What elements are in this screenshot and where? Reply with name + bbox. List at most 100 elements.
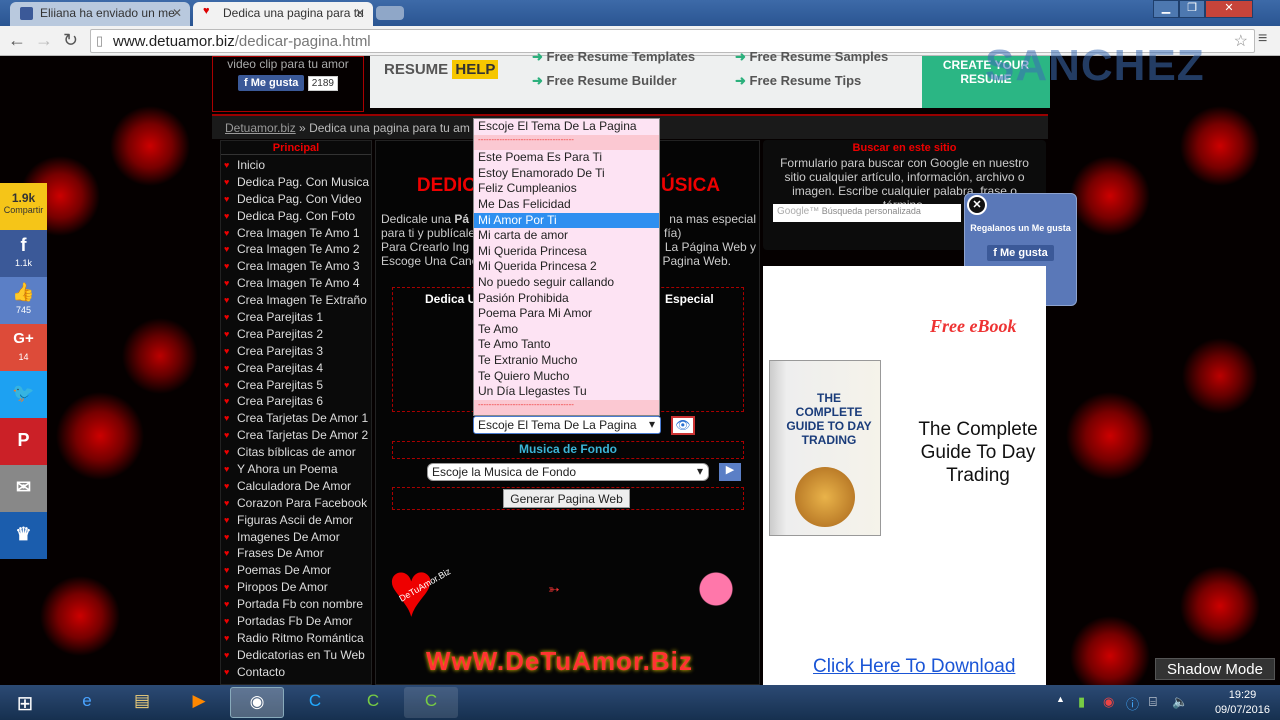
sidebar-item[interactable]: Poemas De Amor [221,563,371,580]
show-hidden-icons[interactable]: ▲ [1056,694,1065,704]
email-share-button[interactable]: ✉ [0,465,47,512]
dropdown-option[interactable]: Te Quiero Mucho [474,369,659,385]
fb-like-button[interactable]: f Me gusta [237,75,305,91]
gplus-share-button[interactable]: G+ 14 [0,324,47,371]
dropdown-separator[interactable]: ------------------------------------ [474,399,659,416]
dropdown-option[interactable]: No puedo seguir callando [474,275,659,291]
search-input[interactable]: Google™ Búsqueda personalizada [773,204,961,222]
sidebar-item[interactable]: Piropos De Amor [221,580,371,597]
dropdown-option[interactable]: Este Poema Es Para Ti [474,150,659,166]
dropdown-option[interactable]: Estoy Enamorado De Ti [474,166,659,182]
sidebar-item[interactable]: Calculadora De Amor [221,479,371,496]
more-share-button[interactable]: ♛ [0,512,47,559]
close-tab-icon[interactable]: ✕ [355,6,365,20]
music-select[interactable]: Escoje la Musica de Fondo [427,463,709,481]
menu-icon[interactable]: ≡ [1258,30,1267,48]
chrome-icon[interactable]: ◉ [230,687,284,718]
ccleaner-icon[interactable]: C [288,687,342,718]
sidebar-item[interactable]: Crea Parejitas 2 [221,327,371,344]
sidebar-item[interactable]: Crea Parejitas 3 [221,344,371,361]
ad-link[interactable]: Free Resume Samples [735,49,889,65]
generate-button[interactable]: Generar Pagina Web [503,489,630,508]
ebook-ad[interactable]: Free eBook THE COMPLETE GUIDE TO DAY TRA… [763,266,1046,686]
bookmark-star-icon[interactable]: ☆ [1234,31,1248,51]
sidebar-item[interactable]: Figuras Ascii de Amor [221,513,371,530]
dropdown-option[interactable]: Mi carta de amor [474,228,659,244]
sidebar-item[interactable]: Corazon Para Facebook [221,496,371,513]
app-tray-icon[interactable]: ◉ [1103,694,1114,710]
sidebar-item[interactable]: Radio Ritmo Romántica [221,631,371,648]
sidebar-item[interactable]: Dedicatorias en Tu Web [221,648,371,665]
sidebar-item[interactable]: Portada Fb con nombre [221,597,371,614]
tab-detuamor[interactable]: ♥ Dedica una pagina para tu ✕ [193,2,373,26]
twitter-share-button[interactable]: 🐦 [0,371,47,418]
new-tab-button[interactable] [376,6,404,20]
dropdown-option[interactable]: Te Amo [474,322,659,338]
dropdown-option[interactable]: Te Extranio Mucho [474,353,659,369]
dropdown-option[interactable]: Mi Querida Princesa 2 [474,259,659,275]
download-link[interactable]: Click Here To Download [813,656,1015,678]
theme-select[interactable]: Escoje El Tema De La Pagina [473,416,661,434]
sidebar-item[interactable]: Crea Tarjetas De Amor 1 [221,411,371,428]
dropdown-separator[interactable]: ------------------------------------ [474,134,659,151]
dropdown-option[interactable]: Mi Amor Por Ti [474,212,659,229]
forward-icon[interactable]: → [35,30,53,51]
info-icon[interactable]: ⓘ [1126,694,1139,713]
dropdown-option[interactable]: Escoje El Tema De La Pagina [474,119,659,135]
ad-link[interactable]: Free Resume Templates [532,49,696,65]
ie-icon[interactable]: e [60,687,114,718]
sidebar-item[interactable]: Crea Parejitas 6 [221,394,371,411]
theme-dropdown-list[interactable]: Escoje El Tema De La Pagina -------------… [473,118,660,416]
minimize-button[interactable]: ▁ [1153,0,1179,18]
battery-icon[interactable]: ▮ [1078,694,1085,710]
sidebar-item[interactable]: Crea Imagen Te Amo 1 [221,226,371,243]
dropdown-option[interactable]: Te Amo Tanto [474,337,659,353]
reload-icon[interactable]: ↻ [63,30,78,51]
play-button[interactable]: ▶ [719,463,741,481]
sidebar-item[interactable]: Crea Imagen Te Extraño [221,293,371,310]
camtasia-recorder-icon[interactable]: C [404,687,458,718]
resume-ad-banner[interactable]: RESUME HELP Free Resume Templates Free R… [370,49,1050,108]
clock[interactable]: 19:29 09/07/2016 [1215,688,1270,718]
sidebar-item[interactable]: Dedica Pag. Con Foto [221,209,371,226]
sidebar-item[interactable]: Crea Imagen Te Amo 3 [221,259,371,276]
sidebar-item[interactable]: Contacto [221,665,371,682]
network-icon[interactable]: ⌸ [1149,694,1157,710]
sidebar-item[interactable]: Inicio [221,158,371,175]
sidebar-item[interactable]: Portadas Fb De Amor [221,614,371,631]
sidebar-item[interactable]: Crea Imagen Te Amo 2 [221,242,371,259]
sidebar-item[interactable]: Dedica Pag. Con Video [221,192,371,209]
breadcrumb-home-link[interactable]: Detuamor.biz [225,121,296,135]
sidebar-item[interactable]: Imagenes De Amor [221,530,371,547]
sidebar-item[interactable]: Dedica Pag. Con Musica [221,175,371,192]
sidebar-item[interactable]: Y Ahora un Poema [221,462,371,479]
dropdown-option[interactable]: Feliz Cumpleanios [474,181,659,197]
dropdown-option[interactable]: Mi Querida Princesa [474,244,659,260]
ad-link[interactable]: Free Resume Builder [532,73,677,89]
like-share-button[interactable]: 👍 745 [0,277,47,324]
facebook-share-button[interactable]: f 1.1k [0,230,47,277]
close-popup-icon[interactable]: ✕ [967,195,987,215]
dropdown-option[interactable]: Me Das Felicidad [474,197,659,213]
sidebar-item[interactable]: Crea Parejitas 4 [221,361,371,378]
ad-link[interactable]: Free Resume Tips [735,73,862,89]
pinterest-share-button[interactable]: P [0,418,47,465]
close-window-button[interactable]: ✕ [1205,0,1253,18]
sidebar-item[interactable]: Frases De Amor [221,546,371,563]
volume-icon[interactable]: 🔈 [1172,694,1188,710]
popup-like-button[interactable]: f Me gusta [987,245,1054,261]
explorer-icon[interactable]: ▤ [115,687,169,718]
back-icon[interactable]: ← [8,30,26,51]
tab-facebook[interactable]: Eliiana ha enviado un me ✕ [10,2,190,26]
dropdown-option[interactable]: Pasión Prohibida [474,291,659,307]
maximize-button[interactable]: ❐ [1179,0,1205,18]
sidebar-item[interactable]: Crea Tarjetas De Amor 2 [221,428,371,445]
close-tab-icon[interactable]: ✕ [172,6,182,20]
camtasia-icon[interactable]: C [346,687,400,718]
media-player-icon[interactable]: ▶ [172,687,226,718]
sidebar-item[interactable]: Crea Parejitas 1 [221,310,371,327]
sidebar-item[interactable]: Citas bíblicas de amor [221,445,371,462]
sidebar-item[interactable]: Crea Imagen Te Amo 4 [221,276,371,293]
dropdown-option[interactable]: Poema Para Mi Amor [474,306,659,322]
start-button[interactable]: ⊞ [2,687,48,718]
